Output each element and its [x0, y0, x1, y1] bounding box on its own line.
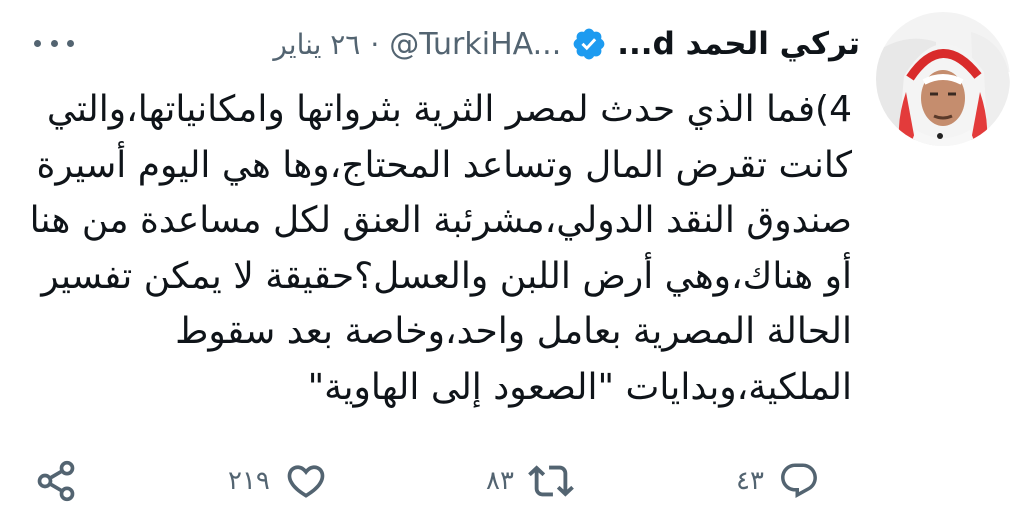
like-button[interactable]: ٢١٩ [228, 456, 328, 506]
author-handle[interactable]: @TurkiHA... [389, 27, 561, 62]
tweet-text-line: صندوق النقد الدولي،مشرئبة العنق لكل مساع… [29, 200, 852, 241]
avatar-image [876, 12, 1010, 146]
reply-icon [778, 460, 820, 502]
retweet-icon [528, 458, 574, 504]
retweet-count: ٨٣ [486, 466, 514, 496]
tweet-text-line: أو هناك،وهي أرض اللبن والعسل؟حقيقة لا يم… [41, 255, 852, 297]
tweet-text-line: 4)فما الذي حدث لمصر الثرية بثرواتها وامك… [46, 89, 852, 130]
tweet-text-line: الحالة المصرية بعامل واحد،وخاصة بعد سقوط [175, 311, 852, 352]
share-icon [34, 459, 78, 503]
more-dot [34, 39, 41, 47]
reply-button[interactable]: ٤٣ [736, 456, 820, 506]
tweet-date[interactable]: ٢٦ يناير [273, 28, 360, 61]
avatar[interactable] [876, 12, 1010, 146]
more-options-icon[interactable] [34, 28, 74, 58]
more-dot [50, 39, 58, 47]
tweet-actions: ٤٣ ٨٣ ٢١٩ [0, 456, 1020, 506]
like-count: ٢١٩ [228, 466, 270, 496]
more-dot [67, 39, 74, 47]
reply-count: ٤٣ [736, 466, 764, 496]
heart-icon [284, 459, 328, 503]
author-display-name[interactable]: تركي الحمد d... [617, 26, 860, 62]
tweet-text-line: الملكية،وبدايات "الصعود إلى الهاوية" [307, 366, 852, 408]
share-button[interactable] [34, 456, 78, 506]
tweet-header: تركي الحمد d... @TurkiHA... · ٢٦ يناير [30, 14, 860, 74]
verified-badge-icon [571, 26, 607, 62]
tweet-text: 4)فما الذي حدث لمصر الثرية بثرواتها وامك… [22, 82, 852, 415]
separator-dot: · [370, 27, 380, 61]
tweet-text-line: كانت تقرض المال وتساعد المحتاج،وها هي ال… [36, 144, 852, 186]
retweet-button[interactable]: ٨٣ [486, 456, 574, 506]
